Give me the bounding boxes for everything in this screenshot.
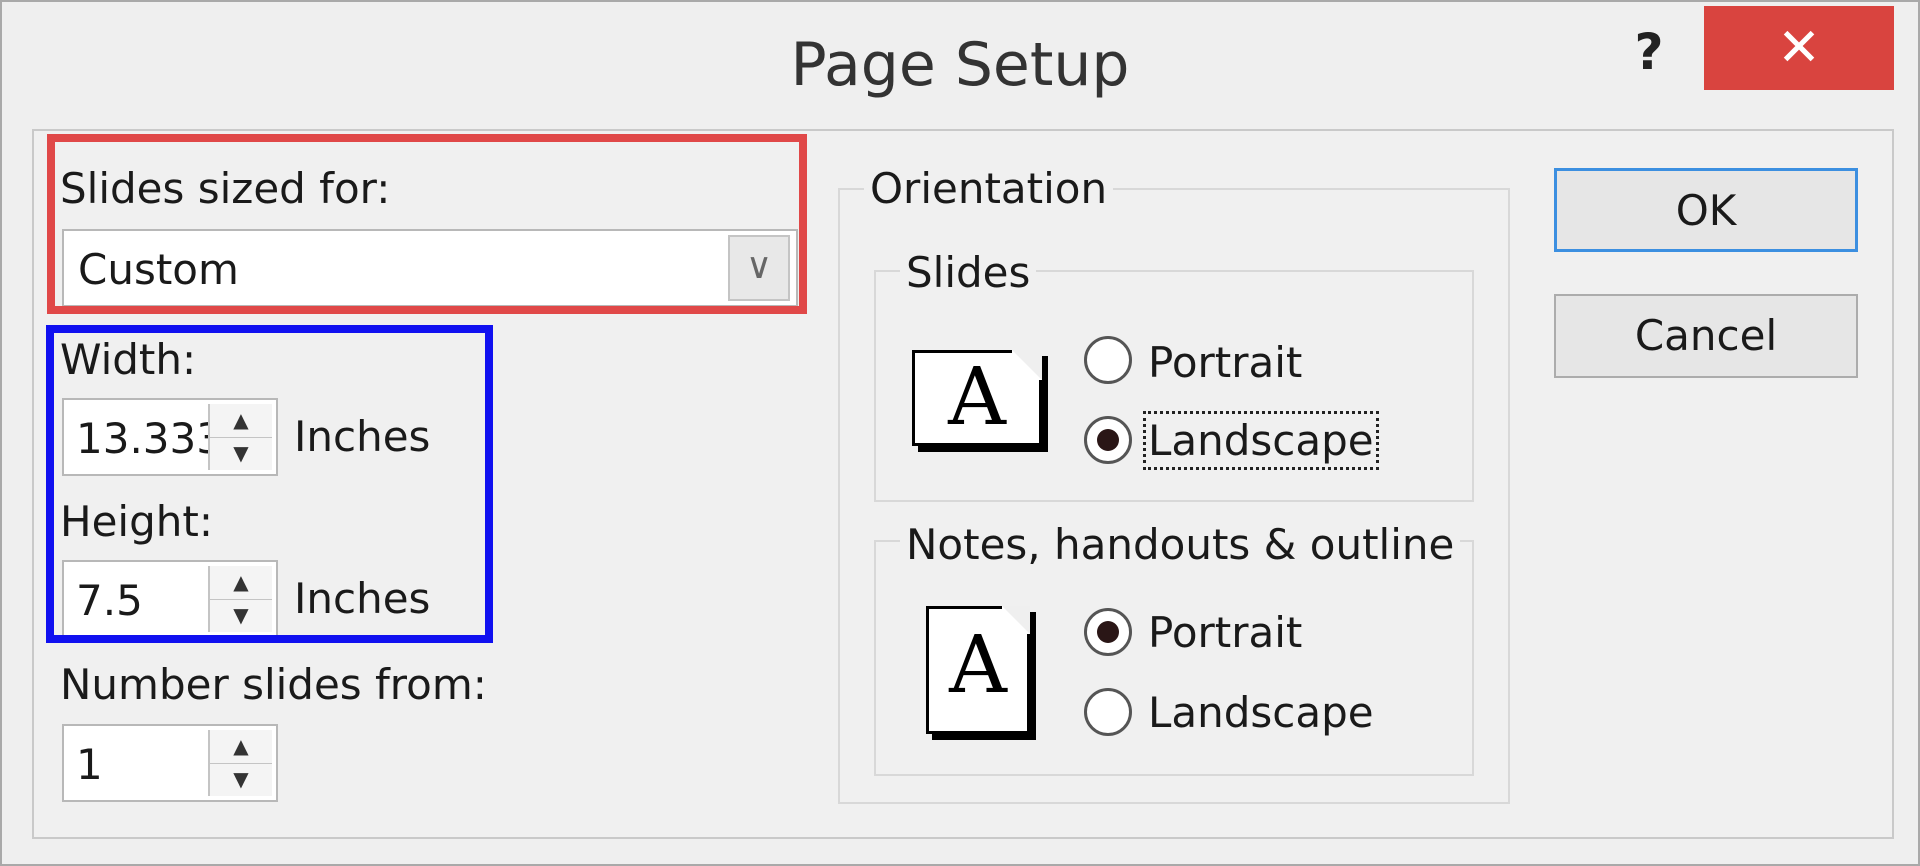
highlight-box-blue [46, 325, 493, 643]
notes-orientation-title: Notes, handouts & outline [900, 520, 1461, 569]
close-icon: ✕ [1777, 18, 1821, 78]
help-button[interactable]: ? [1624, 22, 1674, 82]
highlight-box-red [47, 134, 807, 314]
notes-landscape-label[interactable]: Landscape [1148, 688, 1374, 737]
ok-button[interactable]: OK [1554, 168, 1858, 252]
slides-orientation-title: Slides [900, 248, 1037, 297]
landscape-page-icon: A [912, 350, 1042, 446]
number-slides-from-value: 1 [76, 740, 103, 789]
portrait-page-icon: A [926, 606, 1030, 734]
cancel-button[interactable]: Cancel [1554, 294, 1858, 378]
orientation-title: Orientation [864, 164, 1114, 213]
notes-landscape-radio[interactable] [1084, 688, 1132, 736]
number-increment-icon[interactable]: ▲ [210, 730, 272, 764]
number-decrement-icon[interactable]: ▼ [210, 763, 272, 796]
title-bar: Page Setup ? ✕ [2, 2, 1918, 127]
close-button[interactable]: ✕ [1704, 6, 1894, 90]
notes-portrait-label[interactable]: Portrait [1148, 608, 1302, 657]
slides-landscape-label[interactable]: Landscape [1143, 411, 1379, 470]
page-setup-dialog: Page Setup ? ✕ Slides sized for: Custom … [0, 0, 1920, 866]
number-slides-from-input[interactable]: 1 ▲ ▼ [62, 724, 278, 802]
slides-portrait-label[interactable]: Portrait [1148, 338, 1302, 387]
slides-portrait-radio[interactable] [1084, 336, 1132, 384]
number-slides-spinner: ▲ ▼ [208, 730, 272, 796]
notes-portrait-radio[interactable] [1084, 608, 1132, 656]
number-slides-from-label: Number slides from: [60, 660, 487, 709]
slides-landscape-radio[interactable] [1084, 416, 1132, 464]
